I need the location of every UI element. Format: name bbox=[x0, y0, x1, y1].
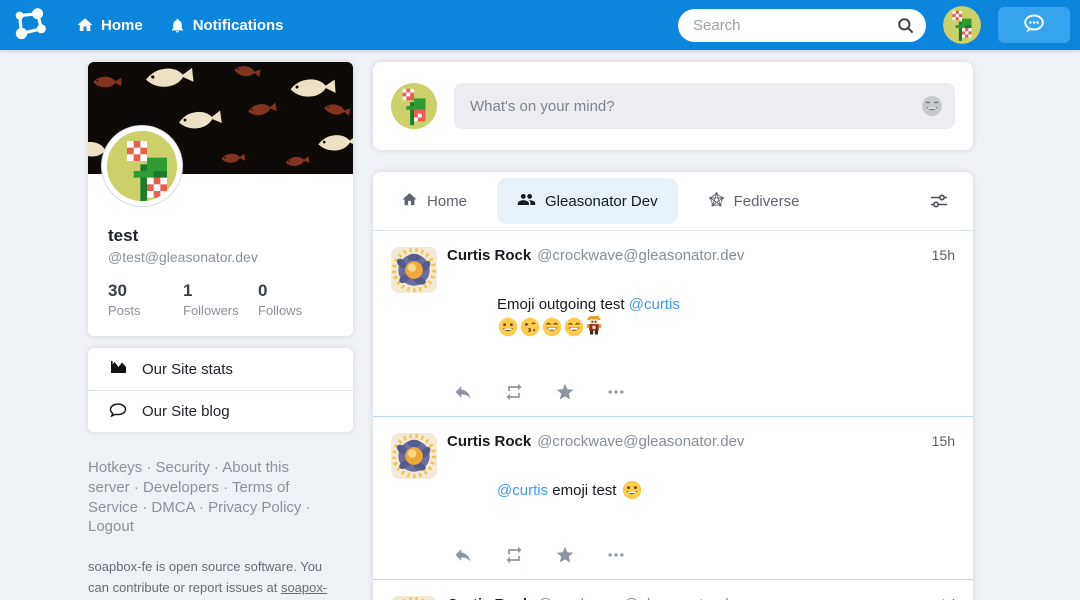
emoji-face-blowing-kiss-icon bbox=[520, 317, 540, 345]
profile-display-name[interactable]: test bbox=[108, 226, 333, 246]
post-author-name[interactable]: Curtis Rock bbox=[447, 596, 531, 600]
separator: · bbox=[219, 479, 232, 496]
profile-card: test @test@gleasonator.dev 30 Posts 1 Fo… bbox=[88, 62, 353, 336]
post-author-name[interactable]: Curtis Rock bbox=[447, 247, 531, 264]
tab-fediverse[interactable]: Fediverse bbox=[704, 191, 804, 212]
chats-button[interactable] bbox=[998, 7, 1070, 43]
separator: · bbox=[210, 459, 223, 476]
app-logo-icon[interactable] bbox=[10, 7, 50, 43]
post-author-avatar[interactable] bbox=[391, 247, 437, 293]
menu-item-label: Our Site stats bbox=[142, 361, 233, 378]
fediverse-icon bbox=[708, 191, 725, 212]
post-content: @curtis emoji test bbox=[447, 457, 955, 530]
search-icon[interactable] bbox=[896, 16, 915, 40]
repost-icon[interactable] bbox=[504, 382, 524, 402]
separator: · bbox=[142, 459, 155, 476]
top-navbar: Home Notifications bbox=[0, 0, 1080, 50]
post-author-avatar[interactable] bbox=[391, 433, 437, 479]
chat-bubble-icon bbox=[1021, 12, 1047, 39]
favourite-star-icon[interactable] bbox=[555, 382, 575, 402]
stat-posts[interactable]: 30 Posts bbox=[108, 281, 183, 318]
post-content: Emoji outgoing test @curtis bbox=[447, 271, 955, 367]
emoji-beaming-face-icon bbox=[564, 317, 584, 345]
composer-input[interactable] bbox=[454, 83, 955, 129]
favourite-star-icon[interactable] bbox=[555, 545, 575, 565]
post-actions bbox=[453, 382, 955, 402]
footer-link-logout[interactable]: Logout bbox=[88, 518, 134, 535]
footer-link-hotkeys[interactable]: Hotkeys bbox=[88, 459, 142, 476]
post-author-handle: @crockwave@gleasonator.dev bbox=[537, 247, 744, 264]
user-avatar[interactable] bbox=[943, 6, 981, 44]
profile-handle: @test@gleasonator.dev bbox=[108, 249, 333, 265]
group-icon bbox=[517, 190, 536, 213]
post: Curtis Rock @crockwave@gleasonator.dev 1… bbox=[373, 416, 973, 579]
tab-gleasonator-dev[interactable]: Gleasonator Dev bbox=[497, 178, 678, 224]
separator: · bbox=[301, 499, 310, 516]
post-author-handle: @crockwave@gleasonator.dev bbox=[537, 433, 744, 450]
reply-icon[interactable] bbox=[453, 545, 473, 565]
post-timestamp[interactable]: 1d bbox=[939, 596, 955, 600]
profile-stats: 30 Posts 1 Followers 0 Follows bbox=[88, 265, 353, 318]
tab-home[interactable]: Home bbox=[397, 191, 471, 212]
separator: · bbox=[138, 499, 151, 516]
nav-notifications[interactable]: Notifications bbox=[169, 17, 284, 34]
menu-item-site-stats[interactable]: Our Site stats bbox=[88, 348, 353, 390]
footer-link-developers[interactable]: Developers bbox=[143, 479, 219, 496]
post-actions bbox=[453, 545, 955, 565]
home-icon bbox=[76, 16, 94, 34]
post-author-handle: @crockwave@gleasonator.dev bbox=[537, 596, 744, 600]
post-timestamp[interactable]: 15h bbox=[932, 433, 955, 449]
separator: · bbox=[130, 479, 143, 496]
nav-home[interactable]: Home bbox=[76, 16, 143, 34]
mention-link[interactable]: @curtis bbox=[629, 296, 680, 313]
profile-avatar[interactable] bbox=[102, 126, 182, 206]
mention-link[interactable]: @curtis bbox=[497, 482, 548, 499]
emoji-grinning-face-icon bbox=[622, 480, 642, 508]
nav-home-label: Home bbox=[101, 17, 143, 34]
speech-bubble-icon bbox=[108, 400, 128, 424]
post-timestamp[interactable]: 15h bbox=[932, 247, 955, 263]
stat-follows[interactable]: 0 Follows bbox=[258, 281, 333, 318]
post: Curtis Rock @crockwave@gleasonator.dev 1… bbox=[373, 579, 973, 600]
emoji-picker-icon[interactable] bbox=[921, 95, 943, 122]
area-chart-icon bbox=[108, 357, 128, 381]
timeline: Home Gleasonator Dev bbox=[373, 172, 973, 600]
search-input[interactable] bbox=[678, 9, 926, 42]
footer-links: Hotkeys · Security · About this server ·… bbox=[88, 458, 320, 537]
page-content: test @test@gleasonator.dev 30 Posts 1 Fo… bbox=[0, 0, 1080, 600]
footer-link-privacy[interactable]: Privacy Policy bbox=[208, 499, 301, 516]
emoji-grinning-face-icon bbox=[498, 317, 518, 345]
footer-link-security[interactable]: Security bbox=[156, 459, 210, 476]
more-options-icon[interactable] bbox=[606, 545, 626, 565]
emoji-custom-pixel-sprite-icon bbox=[586, 316, 602, 345]
composer bbox=[373, 62, 973, 150]
sidebar: test @test@gleasonator.dev 30 Posts 1 Fo… bbox=[88, 62, 353, 600]
footer-link-dmca[interactable]: DMCA bbox=[151, 499, 194, 516]
emoji-beaming-face-icon bbox=[542, 317, 562, 345]
reply-icon[interactable] bbox=[453, 382, 473, 402]
post-author-name[interactable]: Curtis Rock bbox=[447, 433, 531, 450]
search-bar bbox=[678, 9, 926, 42]
repost-icon[interactable] bbox=[504, 545, 524, 565]
stat-followers[interactable]: 1 Followers bbox=[183, 281, 258, 318]
site-menu: Our Site stats Our Site blog bbox=[88, 348, 353, 432]
menu-item-label: Our Site blog bbox=[142, 403, 230, 420]
main-column: Home Gleasonator Dev bbox=[373, 62, 973, 600]
post: Curtis Rock @crockwave@gleasonator.dev 1… bbox=[373, 231, 973, 416]
nav-notifications-label: Notifications bbox=[193, 17, 284, 34]
timeline-tabs: Home Gleasonator Dev bbox=[373, 172, 973, 231]
menu-item-site-blog[interactable]: Our Site blog bbox=[88, 390, 353, 432]
composer-avatar[interactable] bbox=[391, 83, 437, 129]
bell-icon bbox=[169, 17, 186, 34]
about-software-text: soapbox-fe is open source software. You … bbox=[88, 557, 342, 600]
timeline-settings-icon[interactable] bbox=[929, 191, 949, 211]
more-options-icon[interactable] bbox=[606, 382, 626, 402]
separator: · bbox=[195, 499, 208, 516]
post-author-avatar[interactable] bbox=[391, 596, 437, 600]
home-icon bbox=[401, 191, 418, 212]
